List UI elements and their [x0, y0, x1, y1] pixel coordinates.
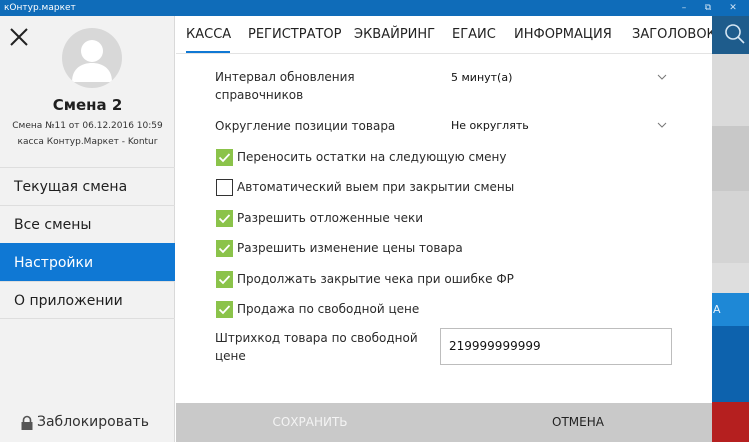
background-tile [712, 191, 749, 263]
checkbox-checked[interactable] [216, 301, 233, 318]
active-tab-indicator [186, 51, 230, 53]
barcode-label: Штрихкод товара по свободной цене [215, 331, 418, 363]
tab-header[interactable]: ЗАГОЛОВОК [632, 27, 712, 42]
settings-panel: Интервал обновления справочников 5 минут… [176, 55, 712, 403]
lock-label: Заблокировать [37, 414, 149, 430]
refresh-interval-select[interactable]: 5 минут(а) [451, 71, 512, 84]
background-tile-dark [712, 326, 749, 402]
nav-item-settings[interactable]: Настройки [0, 243, 175, 281]
checkbox-label: Продолжать закрытие чека при ошибке ФР [237, 272, 514, 286]
background-tile-blue: А [712, 293, 749, 326]
chevron-down-icon[interactable] [657, 73, 667, 81]
checkbox-checked[interactable] [216, 240, 233, 257]
check-icon [218, 305, 231, 315]
save-button[interactable]: СОХРАНИТЬ [176, 403, 444, 442]
shift-info: Смена №11 от 06.12.2016 10:59 [12, 121, 163, 131]
checkbox-label: Разрешить отложенные чеки [237, 211, 424, 225]
check-icon [218, 214, 231, 224]
checkbox-unchecked[interactable] [216, 179, 233, 196]
tab-acquiring[interactable]: ЭКВАЙРИНГ [354, 27, 435, 42]
rounding-select[interactable]: Не округлять [451, 119, 529, 132]
checkbox-label: Разрешить изменение цены товара [237, 241, 463, 255]
cancel-button[interactable]: ОТМЕНА [444, 403, 712, 442]
close-icon[interactable] [8, 26, 30, 48]
nav-item-about[interactable]: О приложении [0, 281, 175, 319]
chevron-down-icon[interactable] [657, 121, 667, 129]
checkbox-label: Переносить остатки на следующую смену [237, 150, 507, 164]
nav-item-current-shift[interactable]: Текущая смена [0, 167, 175, 205]
tab-kassa[interactable]: КАССА [186, 27, 231, 42]
navigation-pane: Смена 2 Смена №11 от 06.12.2016 10:59 ка… [0, 16, 175, 442]
avatar [62, 28, 122, 88]
rounding-label: Округление позиции товара [215, 119, 396, 133]
checkbox-checked[interactable] [216, 210, 233, 227]
search-icon [725, 24, 745, 44]
checkbox-checked[interactable] [216, 271, 233, 288]
background-tile [712, 126, 749, 191]
check-icon [218, 153, 231, 163]
window-close-button[interactable]: ✕ [721, 0, 745, 16]
checkbox-label: Продажа по свободной цене [237, 302, 420, 316]
register-info: касса Контур.Маркет - Kontur [17, 137, 158, 147]
title-bar: кОнтур.маркет – ⧉ ✕ [0, 0, 749, 16]
search-button[interactable] [712, 16, 749, 54]
check-icon [218, 244, 231, 254]
refresh-interval-label: Интервал обновления справочников [215, 70, 355, 102]
user-icon [72, 40, 112, 82]
action-bar: СОХРАНИТЬ ОТМЕНА [176, 403, 712, 442]
tab-egais[interactable]: ЕГАИС [452, 27, 496, 42]
nav-item-all-shifts[interactable]: Все смены [0, 205, 175, 243]
check-icon [218, 275, 231, 285]
background-tile-red [712, 402, 749, 442]
minimize-button[interactable]: – [672, 0, 696, 16]
settings-tabs: КАССА РЕГИСТРАТОР ЭКВАЙРИНГ ЕГАИС ИНФОРМ… [176, 16, 712, 54]
barcode-input[interactable]: 219999999999 [440, 328, 672, 365]
background-tile [712, 54, 749, 126]
lock-icon [21, 415, 33, 430]
checkbox-label: Автоматический выем при закрытии смены [237, 180, 515, 194]
tab-registrator[interactable]: РЕГИСТРАТОР [248, 27, 341, 42]
app-title: кОнтур.маркет [4, 3, 76, 13]
tab-information[interactable]: ИНФОРМАЦИЯ [514, 27, 612, 42]
shift-title: Смена 2 [52, 96, 123, 114]
background-tile [712, 263, 749, 293]
checkbox-checked[interactable] [216, 149, 233, 166]
maximize-button[interactable]: ⧉ [696, 0, 720, 16]
